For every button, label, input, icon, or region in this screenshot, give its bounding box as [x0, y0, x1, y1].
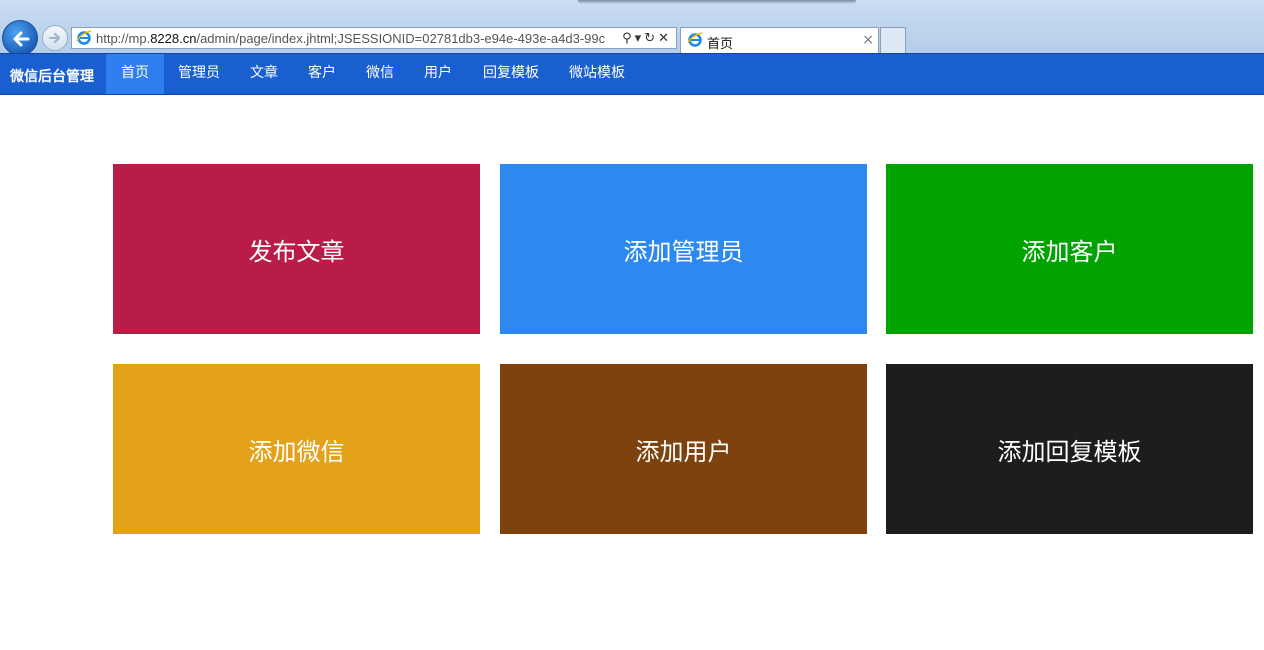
new-tab-button[interactable] [880, 27, 906, 53]
address-tools[interactable]: ⚲▾↻✕ [622, 31, 672, 46]
tab-title: 首页 [707, 37, 734, 52]
main-navbar: 微信后台管理 首页 管理员 文章 客户 微信 用户 回复模板 微站模板 [0, 53, 1264, 95]
nav-item-reply-templates[interactable]: 回复模板 [468, 54, 554, 94]
tile-add-customer[interactable]: 添加客户 [886, 164, 1253, 334]
nav-item-admins[interactable]: 管理员 [164, 54, 234, 94]
nav-item-articles[interactable]: 文章 [236, 54, 292, 94]
address-bar[interactable]: http://mp.8228.cn/admin/page/index.jhtml… [71, 27, 677, 49]
browser-chrome: http://mp.8228.cn/admin/page/index.jhtml… [0, 0, 1264, 56]
tile-add-admin[interactable]: 添加管理员 [500, 164, 867, 334]
back-button[interactable] [2, 20, 38, 56]
tab-home[interactable]: 首页 × [680, 27, 879, 53]
nav-item-microsite-templates[interactable]: 微站模板 [554, 54, 640, 94]
url-text[interactable]: http://mp.8228.cn/admin/page/index.jhtml… [96, 31, 606, 46]
tile-publish-article[interactable]: 发布文章 [113, 164, 480, 334]
arrow-left-icon [13, 31, 30, 47]
tile-add-reply-template[interactable]: 添加回复模板 [886, 364, 1253, 534]
nav-item-wechat[interactable]: 微信 [352, 54, 408, 94]
nav-item-home[interactable]: 首页 [106, 54, 164, 94]
forward-button[interactable] [42, 25, 68, 51]
nav-item-users[interactable]: 用户 [410, 54, 466, 94]
window-shadow [578, 0, 856, 4]
arrow-right-icon [49, 33, 60, 43]
brand-title: 微信后台管理 [10, 69, 94, 85]
ie-logo-icon [687, 32, 703, 47]
tile-add-user[interactable]: 添加用户 [500, 364, 867, 534]
close-icon[interactable]: × [862, 32, 874, 48]
nav-item-customers[interactable]: 客户 [294, 54, 350, 94]
tile-add-wechat[interactable]: 添加微信 [113, 364, 480, 534]
ie-logo-icon [76, 30, 92, 45]
